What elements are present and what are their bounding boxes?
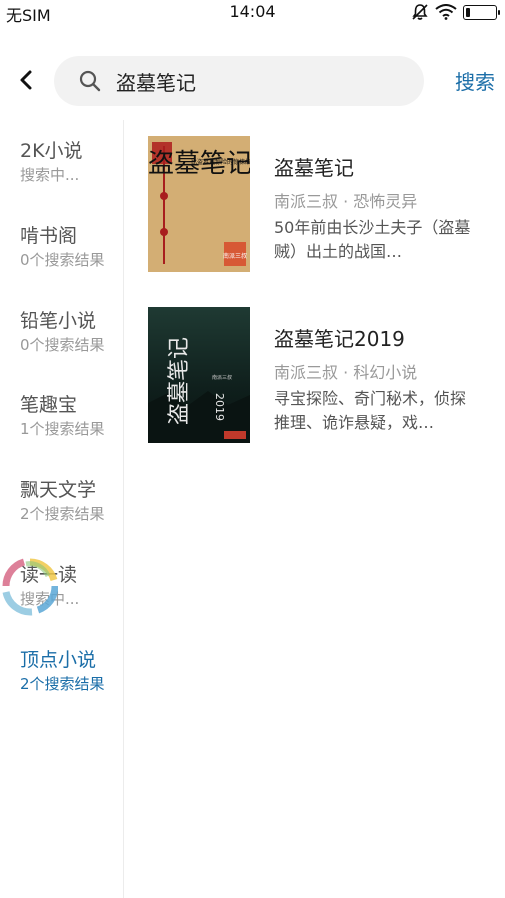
source-item-biqubao[interactable]: 笔趣宝 1个搜索结果: [20, 392, 124, 440]
wifi-icon: [435, 4, 457, 20]
source-status: 0个搜索结果: [20, 336, 105, 354]
source-name: 铅笔小说: [20, 310, 97, 332]
source-name: 啃书阁: [20, 225, 78, 247]
search-input[interactable]: [116, 69, 376, 93]
chevron-left-icon: [20, 70, 32, 90]
cover-art-image: 盗墓笔记 2019 南派三叔: [148, 307, 250, 443]
source-item-2k[interactable]: 2K小说 搜索中...: [20, 138, 124, 186]
battery-fill: [466, 7, 470, 17]
source-item-qianbi[interactable]: 铅笔小说 0个搜索结果: [20, 308, 124, 356]
book-title: 盗墓笔记2019: [274, 327, 405, 351]
book-meta: 南派三叔 · 科幻小说: [274, 363, 418, 382]
status-icons: [411, 3, 500, 21]
book-description: 寻宝探险、奇门秘术，侦探推理、诡诈悬疑，戏…: [274, 389, 467, 432]
source-name: 2K小说: [20, 140, 83, 162]
book-description: 50年前由长沙土夫子（盗墓贼）出土的战国…: [274, 218, 471, 261]
source-status: 2个搜索结果: [20, 505, 105, 523]
book-title: 盗墓笔记: [274, 156, 354, 180]
source-name: 顶点小说: [20, 649, 97, 671]
source-name: 笔趣宝: [20, 394, 78, 416]
result-item[interactable]: 盗墓笔记 比盗墓更惊险的惊悚故事来了！ 南派三叔 盗墓笔记 南派三叔 · 恐怖灵…: [148, 136, 505, 272]
source-item-piaotian[interactable]: 飘天文学 2个搜索结果: [20, 477, 124, 525]
source-status: 0个搜索结果: [20, 251, 105, 269]
cover-tagline: 比盗墓更惊险的惊悚故事来了！: [191, 158, 250, 166]
cover-art-image: 盗墓笔记 比盗墓更惊险的惊悚故事来了！ 南派三叔: [148, 136, 250, 272]
search-bar: 搜索: [0, 54, 505, 106]
source-item-dingdian[interactable]: 顶点小说 2个搜索结果: [20, 647, 124, 695]
battery-icon: [463, 4, 500, 20]
source-sidebar: 2K小说 搜索中... 啃书阁 0个搜索结果 铅笔小说 0个搜索结果 笔趣宝 1…: [0, 120, 124, 898]
book-cover: 盗墓笔记 比盗墓更惊险的惊悚故事来了！ 南派三叔: [148, 136, 250, 272]
back-button[interactable]: [12, 66, 40, 94]
source-status: 搜索中...: [20, 166, 80, 184]
cover-title-text: 盗墓笔记: [167, 337, 192, 425]
search-button[interactable]: 搜索: [455, 66, 495, 95]
silent-bell-icon: [412, 4, 428, 20]
status-bar: 无SIM 14:04: [0, 0, 505, 26]
cover-author: 南派三叔: [212, 374, 232, 381]
search-field[interactable]: [54, 56, 424, 106]
cover-year: 2019: [213, 393, 226, 421]
book-meta: 南派三叔 · 恐怖灵异: [274, 192, 418, 211]
source-name: 飘天文学: [20, 479, 97, 501]
source-item-kenshuge[interactable]: 啃书阁 0个搜索结果: [20, 223, 124, 271]
search-icon: [79, 70, 101, 92]
result-item[interactable]: 盗墓笔记 2019 南派三叔 盗墓笔记2019 南派三叔 · 科幻小说 寻宝探险…: [148, 307, 505, 443]
source-status: 2个搜索结果: [20, 675, 105, 693]
book-cover: 盗墓笔记 2019 南派三叔: [148, 307, 250, 443]
cover-author: 南派三叔: [223, 252, 247, 260]
loading-spinner-icon: [2, 558, 58, 616]
source-status: 1个搜索结果: [20, 420, 105, 438]
